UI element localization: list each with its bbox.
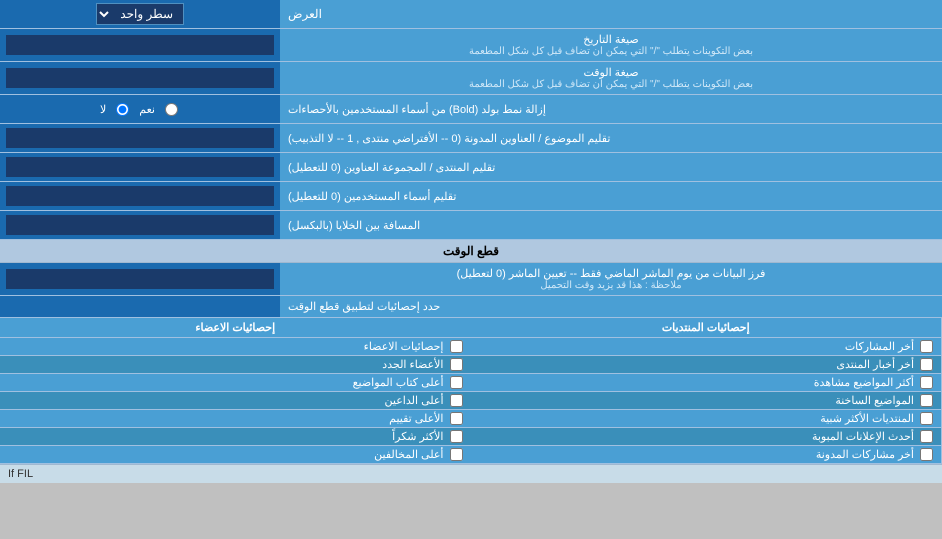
bold-remove-no-label: لا bbox=[100, 103, 106, 116]
stats-col2-header: إحصائيات الاعضاء bbox=[0, 318, 471, 337]
latest-noted-label: أخر مشاركات المدونة bbox=[816, 448, 914, 461]
list-item: المنتديات الأكثر شبية bbox=[471, 410, 942, 428]
list-item: الأعضاء الجدد bbox=[0, 356, 471, 374]
old-topics-checkbox[interactable] bbox=[920, 394, 933, 407]
usernames-trim-input[interactable]: 0 bbox=[0, 182, 280, 210]
list-item: أعلى كتاب المواضيع bbox=[0, 374, 471, 392]
date-format-field[interactable]: d-m bbox=[6, 35, 274, 55]
top-posters-label: أعلى كتاب المواضيع bbox=[353, 376, 444, 389]
list-item: أخر أخبار المنتدى bbox=[471, 356, 942, 374]
usernames-trim-field[interactable]: 0 bbox=[6, 186, 274, 206]
realtime-input[interactable]: 0 bbox=[0, 263, 280, 295]
time-format-label: صيغة الوقت بعض التكوينات يتطلب "/" التي … bbox=[280, 62, 942, 94]
realtime-label: فرز البيانات من يوم الماشر الماضي فقط --… bbox=[280, 263, 942, 295]
similar-forums-checkbox[interactable] bbox=[920, 412, 933, 425]
bold-remove-yes-label: نعم bbox=[139, 103, 155, 116]
bold-remove-input[interactable]: نعم لا bbox=[0, 95, 280, 123]
similar-forums-label: المنتديات الأكثر شبية bbox=[820, 412, 914, 425]
realtime-field[interactable]: 0 bbox=[6, 269, 274, 289]
list-item: أخر المشاركات bbox=[471, 338, 942, 356]
latest-news-checkbox[interactable] bbox=[920, 358, 933, 371]
most-thanks-label: الأكثر شكراً bbox=[392, 430, 443, 443]
forum-order-input[interactable]: 33 bbox=[0, 153, 280, 181]
new-members-checkbox[interactable] bbox=[450, 358, 463, 371]
topics-order-label: تقليم الموضوع / العناوين المدونة (0 -- ا… bbox=[280, 124, 942, 152]
topics-order-input[interactable]: 33 bbox=[0, 124, 280, 152]
top-visitors-checkbox[interactable] bbox=[450, 448, 463, 461]
time-format-field[interactable]: H:i bbox=[6, 68, 274, 88]
old-topics-label: المواضيع الساخنة bbox=[835, 394, 914, 407]
latest-news-label: أخر أخبار المنتدى bbox=[836, 358, 914, 371]
bold-remove-no-radio[interactable] bbox=[116, 103, 129, 116]
display-mode-select[interactable]: سطر واحد سطرين ثلاثة أسطر bbox=[96, 3, 184, 25]
latest-posts-label: أخر المشاركات bbox=[845, 340, 914, 353]
latest-ads-label: أحدث الإعلانات المبوبة bbox=[812, 430, 914, 443]
topics-order-field[interactable]: 33 bbox=[6, 128, 274, 148]
new-members-label: الأعضاء الجدد bbox=[382, 358, 443, 371]
most-viewed-label: أكثر المواضيع مشاهدة bbox=[814, 376, 914, 389]
latest-posts-checkbox[interactable] bbox=[920, 340, 933, 353]
list-item: أحدث الإعلانات المبوبة bbox=[471, 428, 942, 446]
list-item: الأعلى تقييم bbox=[0, 410, 471, 428]
stats-col2: إحصائيات الاعضاء الأعضاء الجدد أعلى كتاب… bbox=[0, 338, 471, 464]
latest-ads-checkbox[interactable] bbox=[920, 430, 933, 443]
top-rated-checkbox[interactable] bbox=[450, 412, 463, 425]
top-online-checkbox[interactable] bbox=[450, 394, 463, 407]
display-mode-input[interactable]: سطر واحد سطرين ثلاثة أسطر bbox=[0, 0, 280, 28]
time-format-input[interactable]: H:i bbox=[0, 62, 280, 94]
realtime-section-header: قطع الوقت bbox=[0, 240, 942, 263]
latest-noted-checkbox[interactable] bbox=[920, 448, 933, 461]
stats-limit-label: حدد إحصائيات لتطبيق قطع الوقت bbox=[280, 296, 942, 317]
cells-spacing-field[interactable]: 2 bbox=[6, 215, 274, 235]
stats-col1: أخر المشاركات أخر أخبار المنتدى أكثر الم… bbox=[471, 338, 942, 464]
bold-remove-yes-radio[interactable] bbox=[165, 103, 178, 116]
list-item: أكثر المواضيع مشاهدة bbox=[471, 374, 942, 392]
footer-note: If FIL bbox=[0, 464, 942, 483]
header-label: العرض bbox=[280, 0, 942, 28]
list-item: إحصائيات الاعضاء bbox=[0, 338, 471, 356]
date-format-label: صيغة التاريخ بعض التكوينات يتطلب "/" الت… bbox=[280, 29, 942, 61]
list-item: أعلى المخالفين bbox=[0, 446, 471, 464]
most-viewed-checkbox[interactable] bbox=[920, 376, 933, 389]
stats-members-checkbox[interactable] bbox=[450, 340, 463, 353]
most-thanks-checkbox[interactable] bbox=[450, 430, 463, 443]
cells-spacing-input[interactable]: 2 bbox=[0, 211, 280, 239]
list-item: الأكثر شكراً bbox=[0, 428, 471, 446]
usernames-trim-label: تقليم أسماء المستخدمين (0 للتعطيل) bbox=[280, 182, 942, 210]
date-format-input[interactable]: d-m bbox=[0, 29, 280, 61]
list-item: أخر مشاركات المدونة bbox=[471, 446, 942, 464]
top-posters-checkbox[interactable] bbox=[450, 376, 463, 389]
stats-col1-header: إحصائيات المنتديات bbox=[471, 318, 942, 337]
stats-members-label: إحصائيات الاعضاء bbox=[364, 340, 444, 353]
forum-order-field[interactable]: 33 bbox=[6, 157, 274, 177]
top-visitors-label: أعلى المخالفين bbox=[374, 448, 443, 461]
top-online-label: أعلى الداعين bbox=[385, 394, 444, 407]
forum-order-label: تقليم المنتدى / المجموعة العناوين (0 للت… bbox=[280, 153, 942, 181]
list-item: المواضيع الساخنة bbox=[471, 392, 942, 410]
cells-spacing-label: المسافة بين الخلايا (بالبكسل) bbox=[280, 211, 942, 239]
list-item: أعلى الداعين bbox=[0, 392, 471, 410]
bold-remove-label: إزالة نمط بولد (Bold) من أسماء المستخدمي… bbox=[280, 95, 942, 123]
top-rated-label: الأعلى تقييم bbox=[389, 412, 443, 425]
